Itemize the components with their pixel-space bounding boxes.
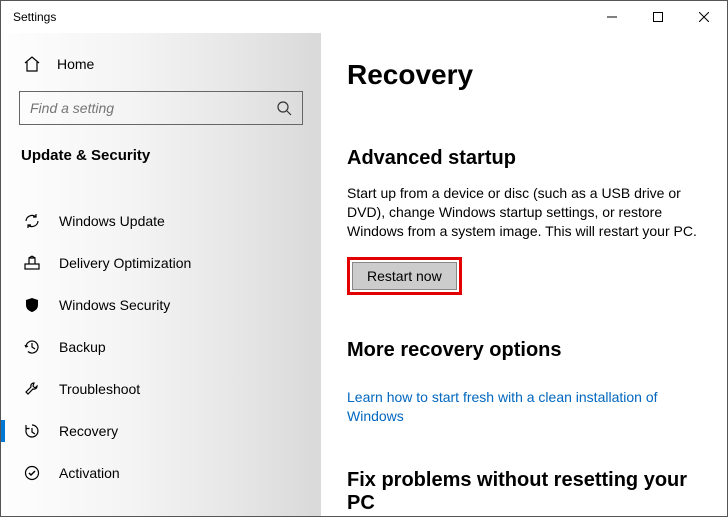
main-content: Recovery Advanced startup Start up from … [321, 33, 727, 516]
home-nav[interactable]: Home [19, 33, 303, 91]
sidebar-item-label: Activation [59, 465, 120, 481]
recovery-icon [23, 422, 41, 440]
maximize-button[interactable] [635, 1, 681, 33]
sidebar-item-label: Delivery Optimization [59, 255, 191, 271]
sidebar-item-label: Windows Security [59, 297, 170, 313]
restart-highlight: Restart now [347, 257, 462, 295]
nav-list: Windows Update Delivery Optimization Win… [1, 200, 321, 494]
sidebar-item-windows-security[interactable]: Windows Security [1, 284, 321, 326]
window-controls [589, 1, 727, 33]
window-title: Settings [13, 10, 56, 24]
sidebar-item-activation[interactable]: Activation [1, 452, 321, 494]
sync-icon [23, 212, 41, 230]
delivery-icon [23, 254, 41, 272]
sidebar-item-label: Recovery [59, 423, 118, 439]
search-input[interactable] [30, 100, 276, 116]
sidebar-item-label: Backup [59, 339, 106, 355]
home-label: Home [57, 56, 94, 72]
shield-icon [23, 296, 41, 314]
sidebar-item-backup[interactable]: Backup [1, 326, 321, 368]
sidebar-item-recovery[interactable]: Recovery [1, 410, 321, 452]
activation-icon [23, 464, 41, 482]
start-fresh-link[interactable]: Learn how to start fresh with a clean in… [347, 388, 709, 426]
sidebar-item-label: Troubleshoot [59, 381, 140, 397]
close-button[interactable] [681, 1, 727, 33]
advanced-startup-title: Advanced startup [347, 147, 709, 170]
page-title: Recovery [347, 59, 709, 91]
sidebar-item-delivery-optimization[interactable]: Delivery Optimization [1, 242, 321, 284]
fix-problems-title: Fix problems without resetting your PC [347, 469, 709, 515]
sidebar: Home Update & Security Windows Update De… [1, 33, 321, 516]
search-icon [276, 100, 292, 116]
search-box[interactable] [19, 91, 303, 125]
backup-icon [23, 338, 41, 356]
sidebar-item-label: Windows Update [59, 213, 165, 229]
sidebar-item-windows-update[interactable]: Windows Update [1, 200, 321, 242]
restart-now-button[interactable]: Restart now [352, 262, 457, 290]
category-header: Update & Security [19, 147, 303, 164]
home-icon [23, 55, 41, 73]
wrench-icon [23, 380, 41, 398]
advanced-startup-desc: Start up from a device or disc (such as … [347, 184, 709, 241]
sidebar-item-troubleshoot[interactable]: Troubleshoot [1, 368, 321, 410]
titlebar: Settings [1, 1, 727, 33]
minimize-button[interactable] [589, 1, 635, 33]
more-recovery-title: More recovery options [347, 339, 709, 362]
